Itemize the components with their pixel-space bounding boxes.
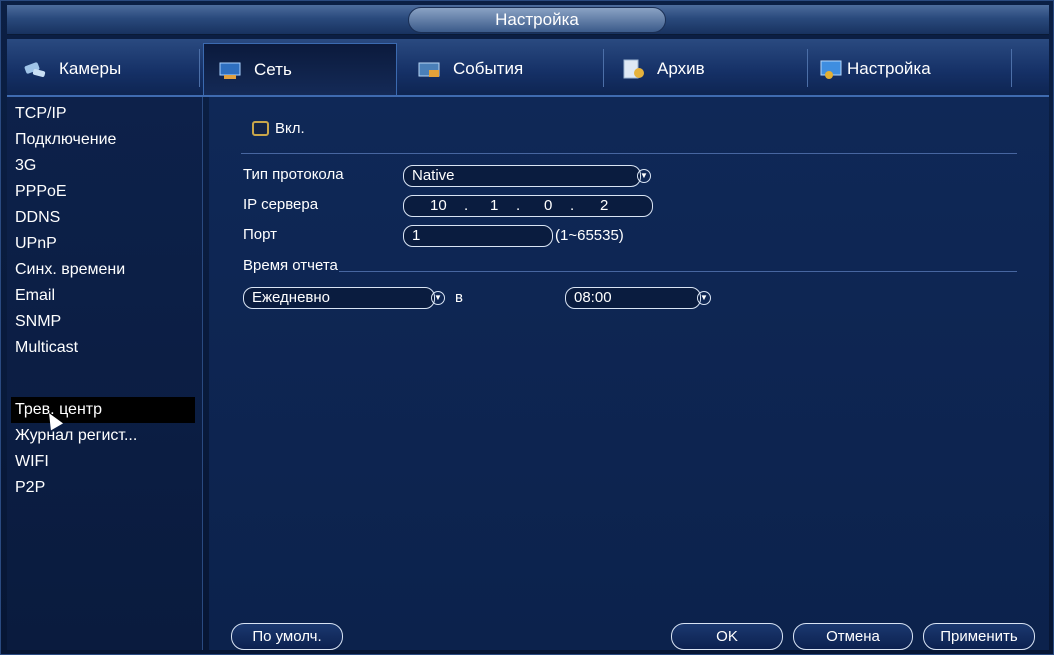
server-ip-field[interactable]: 10 . 1 . 0 . 2 xyxy=(403,195,653,217)
sidebar-item-connection[interactable]: Подключение xyxy=(11,127,195,153)
ip-octet: 0 xyxy=(544,197,553,214)
sidebar-item-3g[interactable]: 3G xyxy=(11,153,195,179)
period-value: Ежедневно xyxy=(252,289,331,306)
sidebar-item-upnp[interactable]: UPnP xyxy=(11,231,195,257)
divider xyxy=(339,271,1017,272)
sidebar-item-ddns[interactable]: DDNS xyxy=(11,205,195,231)
settings-icon xyxy=(820,60,842,79)
sidebar-item-registration-log[interactable]: Журнал регист... xyxy=(11,423,195,449)
sidebar-item-pppoe[interactable]: PPPoE xyxy=(11,179,195,205)
ok-button[interactable]: OK xyxy=(671,623,783,650)
sidebar-item-p2p[interactable]: P2P xyxy=(11,475,195,501)
divider xyxy=(241,153,1017,154)
cancel-button[interactable]: Отмена xyxy=(793,623,913,650)
enable-checkbox[interactable] xyxy=(252,121,269,136)
ip-octet: 1 xyxy=(490,197,499,214)
settings-window: Настройка Камеры Сеть События Архив Наст… xyxy=(0,0,1054,655)
sidebar-item-alarm-center[interactable]: Трев. центр xyxy=(11,397,195,423)
report-period-select[interactable]: Ежедневно xyxy=(243,287,435,309)
chevron-down-icon[interactable]: ▼ xyxy=(637,169,651,183)
tab-label: Настройка xyxy=(847,59,931,78)
sidebar-item-tcpip[interactable]: TCP/IP xyxy=(11,101,195,127)
port-range-hint: (1~65535) xyxy=(555,227,624,244)
tab-network[interactable]: Сеть xyxy=(203,43,397,95)
protocol-select[interactable]: Native xyxy=(403,165,641,187)
sidebar-item-wifi[interactable]: WIFI xyxy=(11,449,195,475)
sidebar-item-email[interactable]: Email xyxy=(11,283,195,309)
network-sidebar: TCP/IP Подключение 3G PPPoE DDNS UPnP Си… xyxy=(7,97,203,650)
window-title: Настройка xyxy=(408,7,666,33)
main-tab-bar: Камеры Сеть События Архив Настройка xyxy=(7,39,1049,97)
sidebar-item-snmp[interactable]: SNMP xyxy=(11,309,195,335)
cameras-icon xyxy=(24,62,46,78)
port-value: 1 xyxy=(412,227,421,244)
ip-octet: 10 xyxy=(430,197,447,214)
protocol-value: Native xyxy=(412,167,455,184)
alarm-center-panel: Вкл. Тип протокола Native ▼ IP сервера 1… xyxy=(209,97,1049,650)
enable-label: Вкл. xyxy=(275,120,305,137)
tab-archive[interactable]: Архив xyxy=(607,43,803,95)
tab-label: Камеры xyxy=(59,59,122,78)
server-ip-label: IP сервера xyxy=(243,196,319,213)
report-time-label: Время отчета xyxy=(243,257,338,274)
tab-events[interactable]: События xyxy=(403,43,599,95)
time-value: 08:00 xyxy=(574,289,612,306)
tab-divider xyxy=(199,49,200,87)
at-label: в xyxy=(455,289,463,306)
tab-divider xyxy=(1011,49,1012,87)
chevron-down-icon[interactable]: ▼ xyxy=(431,291,445,305)
network-icon xyxy=(219,62,241,79)
ip-dot: . xyxy=(464,197,469,214)
tab-label: События xyxy=(453,59,524,78)
tab-cameras[interactable]: Камеры xyxy=(9,43,195,95)
tab-label: Архив xyxy=(657,59,705,78)
port-input[interactable]: 1 xyxy=(403,225,553,247)
sidebar-item-time-sync[interactable]: Синх. времени xyxy=(11,257,195,283)
archive-icon xyxy=(623,59,644,79)
tab-label: Сеть xyxy=(254,59,292,79)
chevron-down-icon[interactable]: ▼ xyxy=(697,291,711,305)
events-icon xyxy=(418,62,440,77)
protocol-label: Тип протокола xyxy=(243,166,344,183)
ip-dot: . xyxy=(516,197,521,214)
apply-button[interactable]: Применить xyxy=(923,623,1035,650)
ip-octet: 2 xyxy=(600,197,609,214)
tab-divider xyxy=(807,49,808,87)
port-label: Порт xyxy=(243,226,278,243)
sidebar-item-multicast[interactable]: Multicast xyxy=(11,335,195,361)
default-button[interactable]: По умолч. xyxy=(231,623,343,650)
tab-divider xyxy=(603,49,604,87)
ip-dot: . xyxy=(570,197,575,214)
tab-settings[interactable]: Настройка xyxy=(811,43,1007,95)
report-time-select[interactable]: 08:00 xyxy=(565,287,701,309)
